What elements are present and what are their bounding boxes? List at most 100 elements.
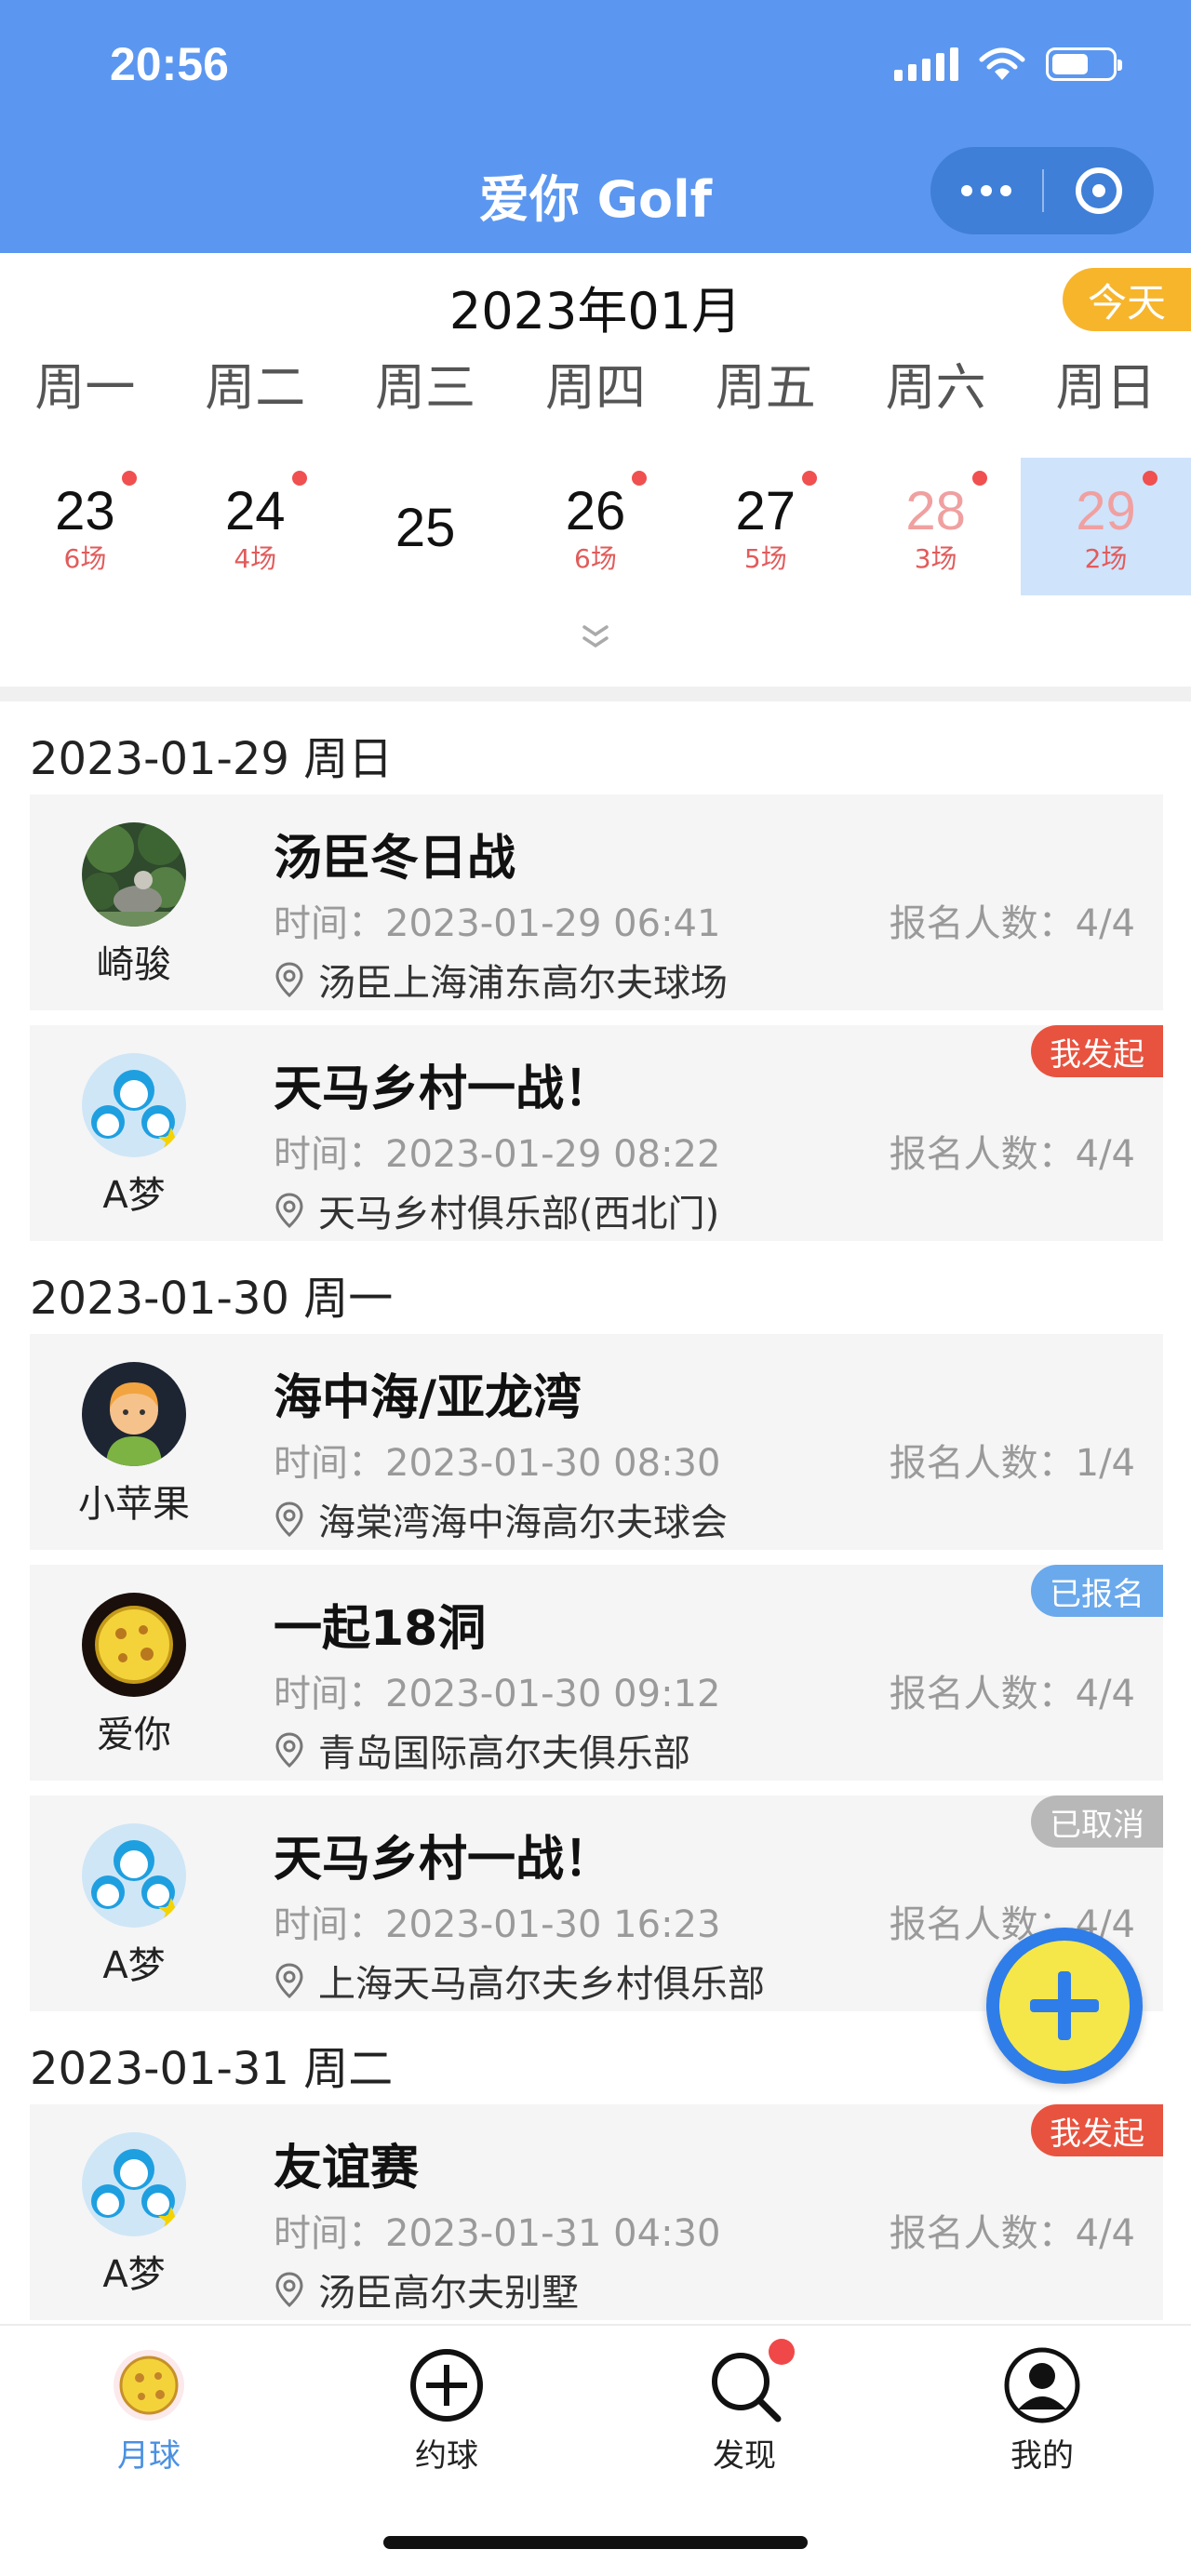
status-badge-initiated: 我发起 [1031, 2104, 1163, 2156]
organizer-name: 爱你 [97, 1714, 171, 1756]
event-card[interactable]: A梦 天马乡村一战！ 时间：2023-01-29 08:22 报名人数：4/4 … [30, 1025, 1163, 1241]
location-pin-icon [275, 1732, 303, 1768]
event-title: 友谊赛 [274, 2141, 420, 2196]
weekday-label: 周四 [544, 358, 646, 417]
avatar [82, 2132, 186, 2236]
location-pin-icon [275, 2272, 303, 2308]
organizer-name: A梦 [102, 1174, 166, 1217]
location-text: 天马乡村俱乐部(西北门) [318, 1193, 720, 1235]
event-title: 海中海/亚龙湾 [274, 1370, 582, 1426]
home-indicator [383, 2536, 808, 2549]
more-options-icon[interactable] [930, 147, 1042, 234]
location-pin-icon [275, 962, 303, 998]
event-dot [291, 471, 307, 486]
close-mini-program-icon[interactable] [1044, 147, 1154, 234]
date-section-header: 2023-01-29 周日 [30, 733, 394, 785]
day-event-count: 6场 [63, 543, 107, 574]
calendar-day[interactable]: 25 [341, 458, 511, 595]
event-time: 时间：2023-01-31 04:30 [274, 2212, 721, 2255]
weekday-label: 周五 [715, 358, 816, 417]
today-button[interactable]: 今天 [1063, 268, 1191, 331]
location-text: 汤臣高尔夫别墅 [318, 2272, 579, 2315]
location-text: 汤臣上海浦东高尔夫球场 [318, 962, 728, 1005]
location-pin-icon [275, 1963, 303, 1999]
location-pin-icon [275, 1193, 303, 1229]
signup-count: 报名人数：1/4 [889, 1442, 1135, 1485]
organizer-name: A梦 [102, 1944, 166, 1987]
event-title: 天马乡村一战！ [274, 1061, 613, 1117]
day-number: 24 [225, 481, 286, 541]
weekday-label: 周六 [885, 358, 986, 417]
calendar-days: 23 6场 24 4场 25 26 6场 27 5场 28 3场 29 2场 [0, 458, 1191, 595]
day-number: 25 [395, 498, 456, 558]
tab-label: 月球 [117, 2437, 181, 2475]
organizer-name: A梦 [102, 2253, 166, 2296]
day-event-count: 5场 [743, 543, 787, 574]
date-section-header: 2023-01-31 周二 [30, 2043, 394, 2095]
status-badge-cancelled: 已取消 [1031, 1795, 1163, 1848]
add-event-button[interactable] [986, 1928, 1143, 2084]
event-title: 天马乡村一战！ [274, 1832, 613, 1888]
day-event-count: 6场 [574, 543, 617, 574]
avatar [82, 1593, 186, 1697]
event-location: 汤臣高尔夫别墅 [274, 2262, 579, 2316]
event-time: 时间：2023-01-30 08:30 [274, 1442, 721, 1485]
location-text: 海棠湾海中海高尔夫球会 [318, 1502, 728, 1544]
day-event-count: 3场 [914, 543, 957, 574]
location-text: 上海天马高尔夫乡村俱乐部 [318, 1963, 765, 2006]
event-title: 一起18洞 [274, 1601, 487, 1657]
day-event-count: 2场 [1084, 543, 1128, 574]
tab-book-game[interactable]: 约球 [298, 2346, 596, 2476]
status-badge-initiated: 我发起 [1031, 1025, 1163, 1077]
weekday-label: 周一 [34, 358, 136, 417]
calendar-day-selected[interactable]: 29 2场 [1021, 458, 1191, 595]
event-time: 时间：2023-01-29 08:22 [274, 1133, 721, 1176]
calendar-day[interactable]: 23 6场 [0, 458, 170, 595]
day-number: 23 [55, 481, 115, 541]
calendar-day[interactable]: 27 5场 [680, 458, 850, 595]
tab-label: 我的 [1010, 2437, 1074, 2475]
weekday-row: 周一 周二 周三 周四 周五 周六 周日 [0, 346, 1191, 420]
expand-calendar-icon[interactable] [577, 618, 614, 655]
event-card[interactable]: 爱你 一起18洞 时间：2023-01-30 09:12 报名人数：4/4 青岛… [30, 1565, 1163, 1781]
event-dot [121, 471, 137, 486]
avatar [82, 1823, 186, 1928]
tab-discover[interactable]: 发现 [596, 2339, 893, 2476]
calendar-day[interactable]: 26 6场 [511, 458, 681, 595]
event-location: 汤臣上海浦东高尔夫球场 [274, 953, 728, 1007]
weekday-label: 周二 [205, 358, 306, 417]
user-icon [1003, 2346, 1081, 2424]
signup-count: 报名人数：4/4 [889, 2212, 1135, 2255]
tab-label: 发现 [713, 2437, 776, 2475]
status-badge-registered: 已报名 [1031, 1565, 1163, 1617]
tab-moon-ball[interactable]: 月球 [0, 2346, 298, 2476]
day-number: 29 [1076, 481, 1136, 541]
mini-program-capsule [930, 147, 1154, 234]
event-card[interactable]: 小苹果 海中海/亚龙湾 时间：2023-01-30 08:30 报名人数：1/4… [30, 1334, 1163, 1550]
event-dot [1142, 471, 1158, 486]
plus-circle-icon [408, 2346, 486, 2424]
calendar-day[interactable]: 24 4场 [170, 458, 341, 595]
event-card[interactable]: A梦 友谊赛 时间：2023-01-31 04:30 报名人数：4/4 汤臣高尔… [30, 2104, 1163, 2320]
event-dot [972, 471, 988, 486]
calendar-day[interactable]: 28 3场 [850, 458, 1021, 595]
event-location: 天马乡村俱乐部(西北门) [274, 1183, 719, 1237]
section-divider [0, 687, 1191, 701]
location-pin-icon [275, 1502, 303, 1538]
event-card[interactable]: 崎骏 汤臣冬日战 时间：2023-01-29 06:41 报名人数：4/4 汤臣… [30, 794, 1163, 1010]
signup-count: 报名人数：4/4 [889, 1673, 1135, 1715]
event-location: 海棠湾海中海高尔夫球会 [274, 1492, 728, 1546]
battery-icon [1046, 47, 1122, 81]
tab-mine[interactable]: 我的 [893, 2346, 1191, 2476]
wifi-icon [979, 47, 1025, 80]
weekday-label: 周日 [1055, 358, 1157, 417]
signup-count: 报名人数：4/4 [889, 1133, 1135, 1176]
top-header: 20:56 爱你 Golf [0, 0, 1191, 253]
date-section-header: 2023-01-30 周一 [30, 1273, 394, 1325]
day-number: 28 [905, 481, 966, 541]
status-icons [894, 47, 1122, 82]
event-time: 时间：2023-01-29 06:41 [274, 902, 721, 945]
cellular-signal-icon [894, 47, 958, 81]
event-time: 时间：2023-01-30 16:23 [274, 1903, 721, 1946]
avatar [82, 822, 186, 927]
